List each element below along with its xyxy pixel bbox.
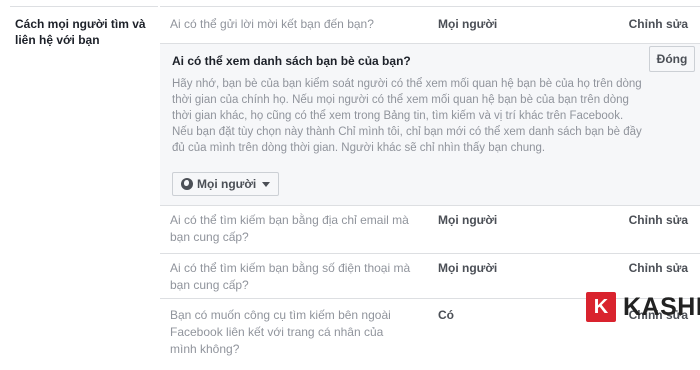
logo-k-icon: K [586,292,616,322]
edit-link[interactable]: Chỉnh sửa [629,212,688,229]
logo-text: KASHI [623,293,700,321]
value-text: Mọi người [438,261,498,275]
audience-label: Mọi người [197,177,257,191]
value-text: Có [438,308,454,322]
friends-list-expanded-panel: Ai có thể xem danh sách bạn bè của bạn? … [160,43,700,205]
question-text: Ai có thể gửi lời mời kết bạn đến bạn? [170,17,374,31]
settings-row-email-search: Ai có thể tìm kiếm bạn bằng địa chỉ emai… [160,205,700,253]
question-text: Ai có thể tìm kiếm bạn bằng số điện thoạ… [170,261,411,292]
question-text: Bạn có muốn công cụ tìm kiếm bên ngoài F… [170,308,391,356]
expanded-title: Ai có thể xem danh sách bạn bè của bạn? [172,54,411,68]
value-text: Mọi người [438,17,498,31]
left-divider [10,6,158,7]
question-text: Ai có thể tìm kiếm bạn bằng địa chỉ emai… [170,213,409,244]
edit-link[interactable]: Chỉnh sửa [629,260,688,277]
section-label: Cách mọi người tìm và liên hệ với bạn [15,17,146,47]
value-text: Mọi người [438,213,498,227]
audience-selector-button[interactable]: Mọi người [172,172,280,196]
close-button[interactable]: Đóng [649,46,695,72]
settings-row-friend-requests: Ai có thể gửi lời mời kết bạn đến bạn? M… [160,6,700,43]
kashi-watermark-logo: K KASHI [586,292,700,322]
expanded-description: Hãy nhớ, bạn bè của bạn kiểm soát người … [172,78,642,154]
globe-icon [181,178,193,190]
edit-link[interactable]: Chỉnh sửa [629,16,688,33]
caret-down-icon [262,181,271,187]
